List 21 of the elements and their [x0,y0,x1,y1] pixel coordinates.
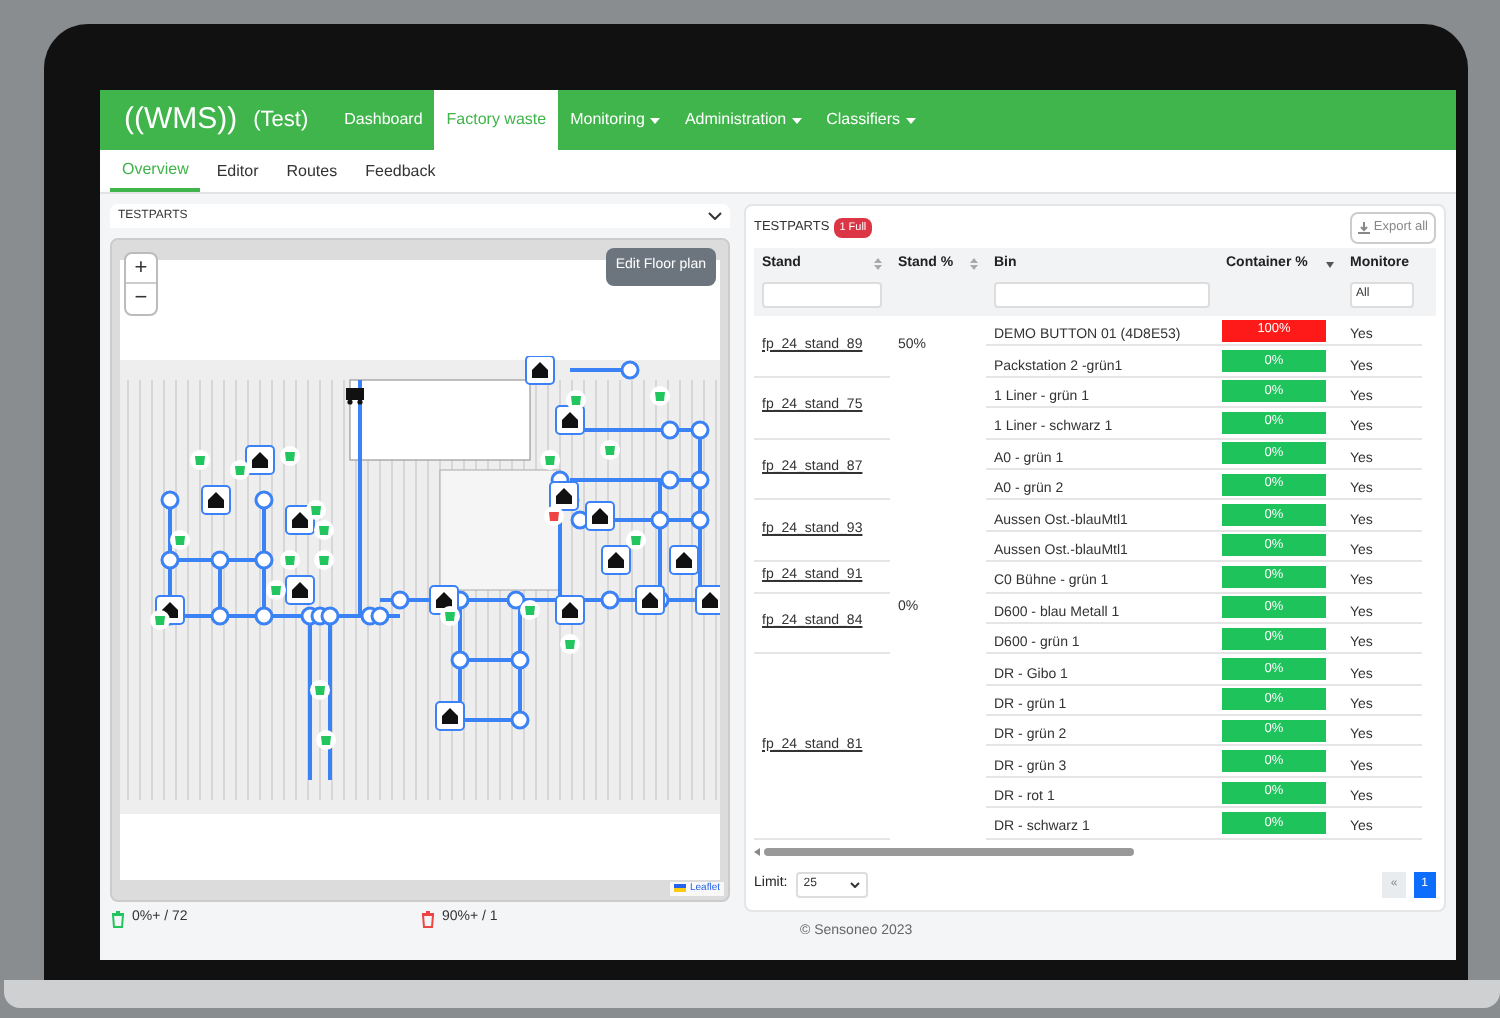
flag-icon [673,884,686,893]
sort-icon[interactable] [970,258,978,271]
chevron-down-icon [849,881,860,888]
caret-icon [650,117,661,123]
filter-input[interactable] [762,281,882,307]
scroll-left-icon[interactable] [754,847,760,856]
scrollbar-thumb[interactable] [764,847,1134,856]
sort-desc-icon[interactable] [1326,261,1334,268]
zoom-in-button[interactable]: + [126,254,156,284]
filter-input[interactable] [994,281,1210,307]
caret-icon [792,117,803,123]
floor-plan-drawing[interactable] [120,356,720,820]
subnav-tab[interactable]: Editor [204,150,271,192]
sort-icon[interactable] [874,258,882,271]
environment-label: (Test) [253,105,309,136]
download-icon [1357,222,1370,234]
caret-icon [906,117,917,123]
subnav-tab[interactable]: Feedback [353,150,448,192]
chevron-down-icon[interactable] [708,212,722,220]
zoom-out-button[interactable]: − [126,284,156,314]
subnav-tab[interactable]: Routes [274,150,350,192]
